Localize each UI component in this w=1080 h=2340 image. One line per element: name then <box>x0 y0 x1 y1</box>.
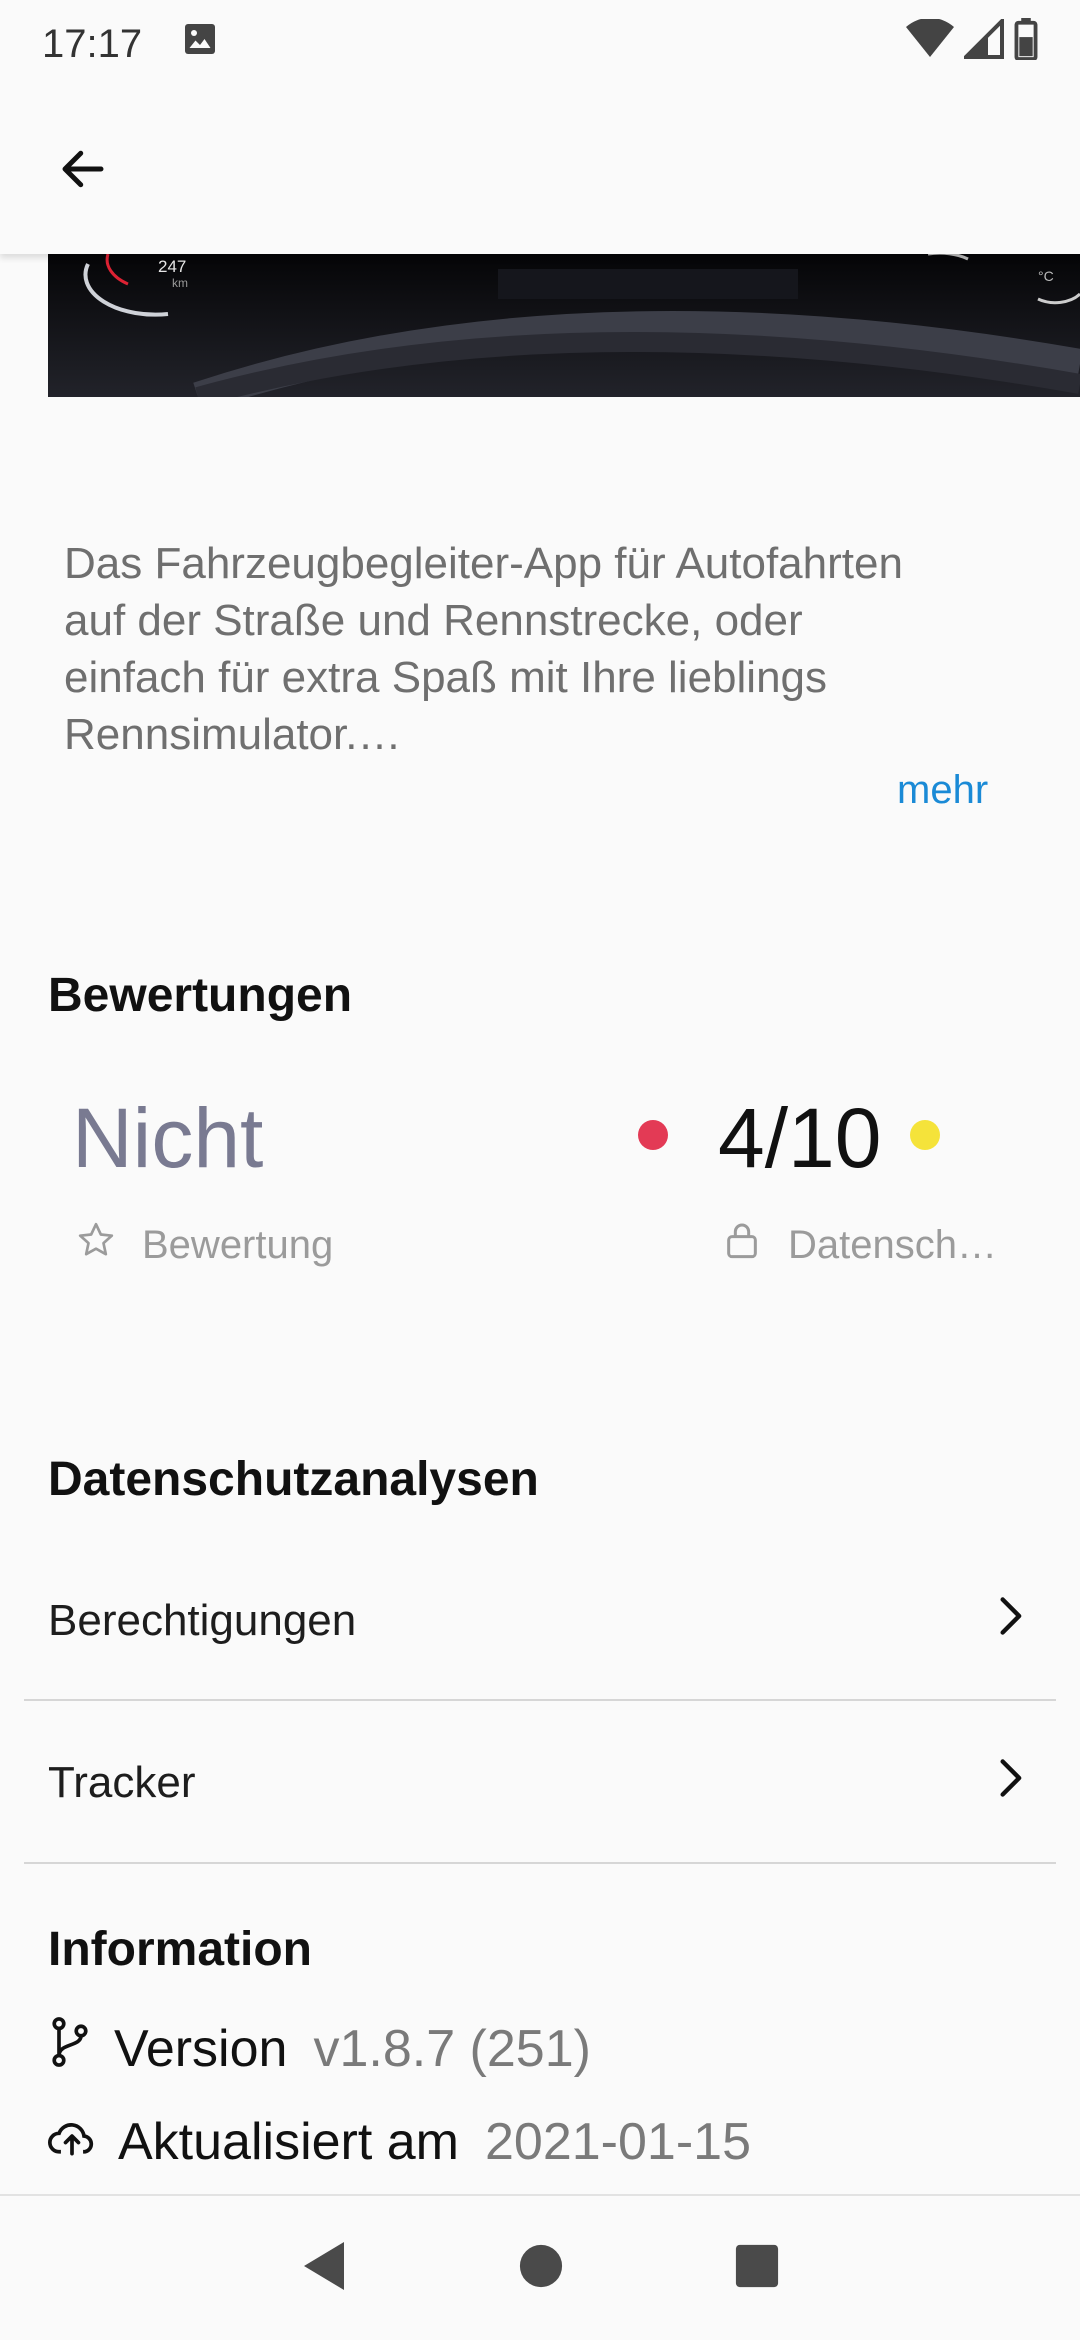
wifi-icon <box>906 17 954 69</box>
description-line: einfach für extra Spaß mit Ihre liebling… <box>64 653 828 702</box>
dashboard-image <box>48 254 1080 397</box>
image-icon <box>182 21 218 67</box>
battery-icon <box>1014 18 1038 70</box>
app-details-screen: 17:17 247 km °C Das Fahrzeugbegleiter-Ap… <box>0 0 1080 2340</box>
ratings-title: Bewertungen <box>48 969 353 1022</box>
divider <box>24 1699 1056 1701</box>
back-button[interactable] <box>40 128 126 214</box>
privacy-caption-label: Datensch… <box>788 1222 997 1267</box>
version-value: v1.8.7 (251) <box>313 2019 591 2078</box>
updated-row: Aktualisiert am 2021-01-15 <box>48 2112 751 2172</box>
speed-value: 247 <box>158 257 187 276</box>
back-triangle-icon[interactable] <box>300 2240 348 2297</box>
trackers-row[interactable]: Tracker <box>0 1702 1080 1864</box>
home-circle-icon[interactable] <box>518 2243 564 2294</box>
privacy-analyses-title: Datenschutzanalysen <box>48 1453 539 1506</box>
privacy-score-value[interactable]: 4/10 <box>718 1090 882 1187</box>
status-time: 17:17 <box>42 21 143 66</box>
status-bar: 17:17 <box>0 0 1080 88</box>
score-caption-label: Bewertung <box>142 1222 334 1267</box>
lock-icon <box>722 1220 762 1270</box>
permissions-row[interactable]: Berechtigungen <box>0 1540 1080 1702</box>
system-nav-bar <box>0 2194 1080 2340</box>
arrow-left-icon <box>56 142 110 201</box>
trackers-label: Tracker <box>48 1758 196 1807</box>
branch-icon <box>48 2016 92 2081</box>
score-caption: Bewertung <box>76 1220 333 1270</box>
information-title: Information <box>48 1923 312 1976</box>
chevron-right-icon <box>988 1594 1032 1649</box>
app-description: Das Fahrzeugbegleiter-App für Autofahrte… <box>64 535 1024 763</box>
app-screenshot[interactable]: 247 km °C <box>48 254 1080 397</box>
version-row: Version v1.8.7 (251) <box>48 2016 591 2081</box>
description-line: Rennsimulator.… <box>64 710 402 759</box>
chevron-right-icon <box>988 1756 1032 1811</box>
app-bar <box>0 88 1080 254</box>
speed-unit: km <box>172 276 188 290</box>
recents-square-icon[interactable] <box>734 2243 780 2294</box>
divider <box>24 1862 1056 1864</box>
score-status-dot <box>638 1120 668 1150</box>
temp-unit: °C <box>1038 268 1054 284</box>
star-icon <box>76 1220 116 1270</box>
updated-value: 2021-01-15 <box>485 2113 751 2171</box>
description-line: Das Fahrzeugbegleiter-App für Autofahrte… <box>64 539 903 588</box>
more-link[interactable]: mehr <box>897 768 988 813</box>
score-value[interactable]: Nicht <box>72 1090 263 1187</box>
updated-label: Aktualisiert am <box>118 2113 459 2171</box>
privacy-status-dot <box>910 1120 940 1150</box>
cloud-upload-icon <box>48 2112 96 2172</box>
permissions-label: Berechtigungen <box>48 1596 357 1645</box>
version-label: Version <box>114 2019 288 2078</box>
signal-icon <box>961 16 1004 69</box>
privacy-caption: Datensch… <box>722 1220 997 1270</box>
description-line: auf der Straße und Rennstrecke, oder <box>64 596 803 645</box>
